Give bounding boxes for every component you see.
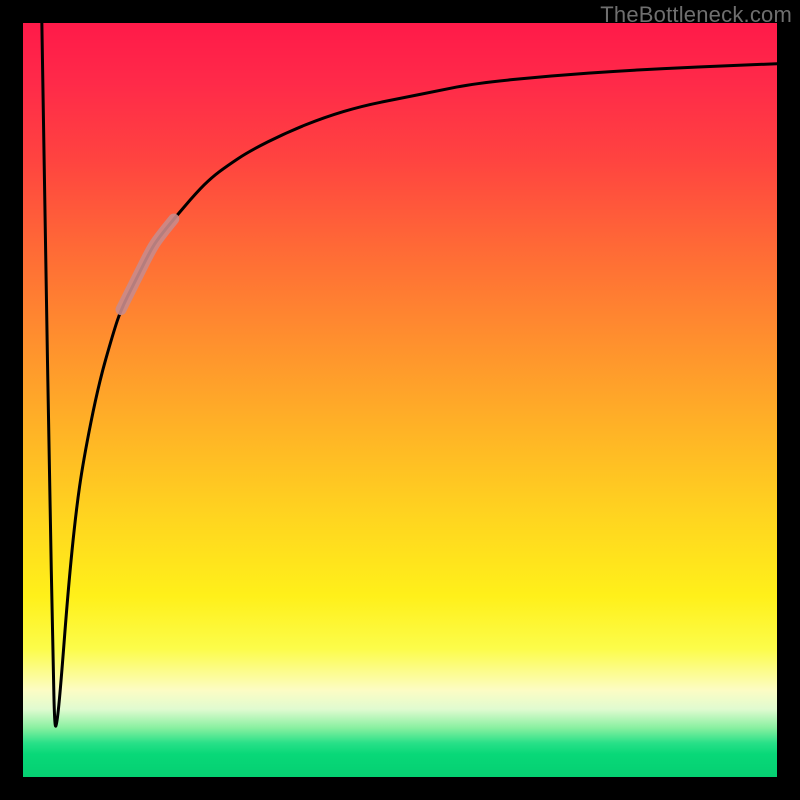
chart-stage: TheBottleneck.com (0, 0, 800, 800)
plot-area (23, 23, 777, 777)
curve-layer (23, 23, 777, 777)
bottleneck-curve (42, 23, 777, 726)
bottleneck-curve-highlight (121, 219, 174, 309)
watermark-text: TheBottleneck.com (600, 2, 792, 28)
